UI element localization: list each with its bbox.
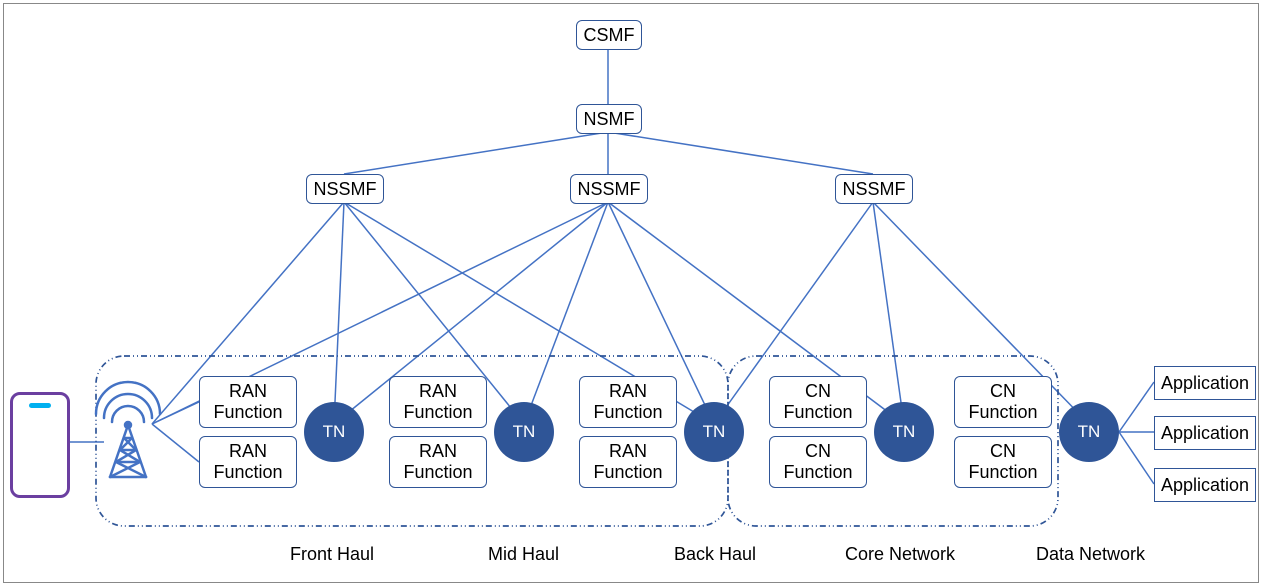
label-front-haul: Front Haul [290, 544, 374, 565]
ran-func-4: RAN Function [579, 376, 677, 428]
node-nssmf-0: NSSMF [306, 174, 384, 204]
tn-2: TN [684, 402, 744, 462]
diagram-frame: CSMF NSMF NSSMF NSSMF NSSMF RAN Function… [3, 3, 1259, 583]
app-0: Application [1154, 366, 1256, 400]
label-core-network: Core Network [845, 544, 955, 565]
ran-func-5: RAN Function [579, 436, 677, 488]
tn-0: TN [304, 402, 364, 462]
ran-func-1: RAN Function [199, 436, 297, 488]
node-nsmf: NSMF [576, 104, 642, 134]
node-nssmf-1: NSSMF [570, 174, 648, 204]
tn-4: TN [1059, 402, 1119, 462]
ran-func-2: RAN Function [389, 376, 487, 428]
connector-lines [4, 4, 1258, 582]
cn-func-2: CN Function [954, 376, 1052, 428]
app-1: Application [1154, 416, 1256, 450]
tower-icon [104, 392, 152, 477]
ran-func-3: RAN Function [389, 436, 487, 488]
cn-func-3: CN Function [954, 436, 1052, 488]
cn-func-1: CN Function [769, 436, 867, 488]
app-2: Application [1154, 468, 1256, 502]
ran-func-0: RAN Function [199, 376, 297, 428]
cn-func-0: CN Function [769, 376, 867, 428]
label-back-haul: Back Haul [674, 544, 756, 565]
node-nssmf-2: NSSMF [835, 174, 913, 204]
tn-1: TN [494, 402, 554, 462]
tn-3: TN [874, 402, 934, 462]
node-csmf: CSMF [576, 20, 642, 50]
label-mid-haul: Mid Haul [488, 544, 559, 565]
phone-icon [10, 392, 70, 498]
label-data-network: Data Network [1036, 544, 1145, 565]
